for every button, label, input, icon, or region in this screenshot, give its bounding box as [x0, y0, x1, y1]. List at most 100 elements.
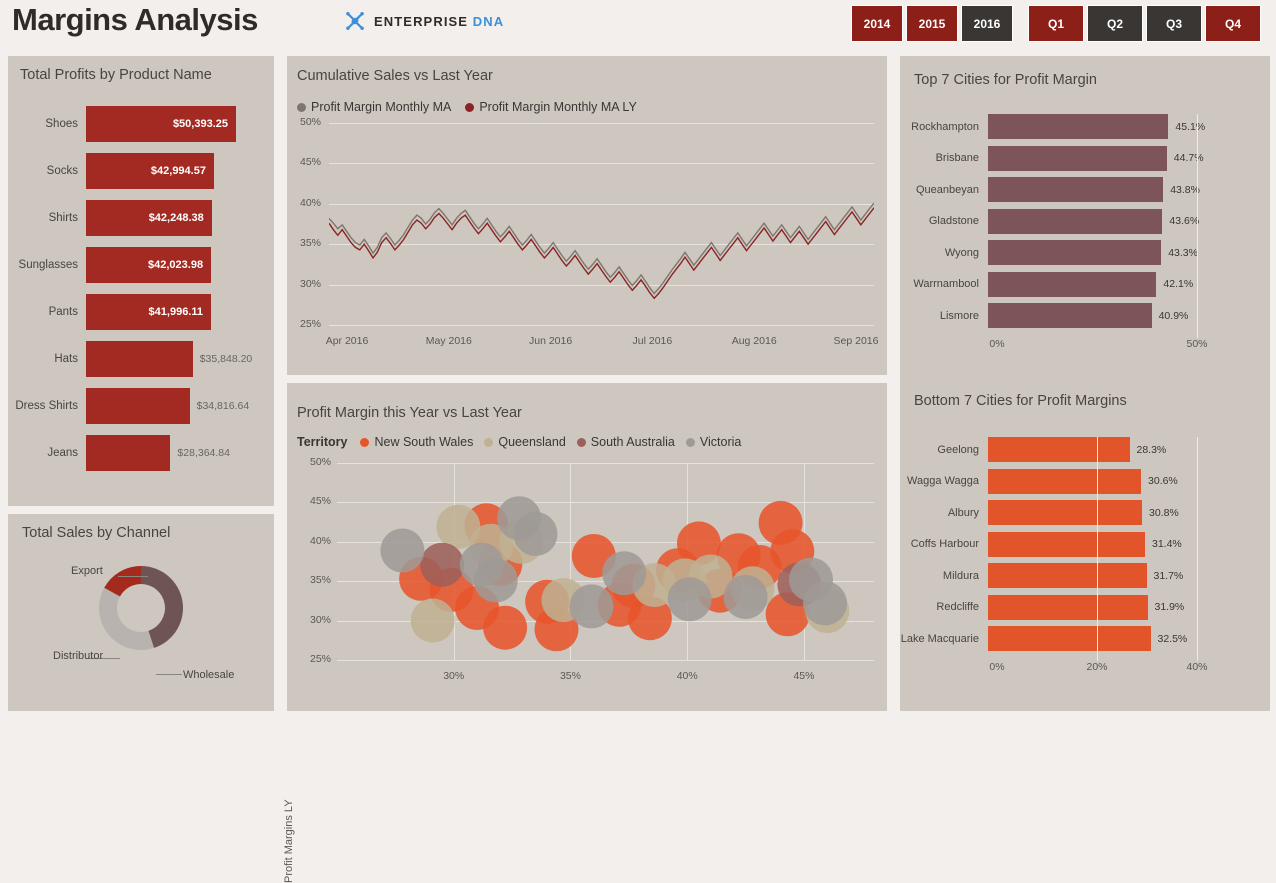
slicer-quarter-q1[interactable]: Q1: [1028, 5, 1084, 42]
scatter-bubble[interactable]: [410, 598, 455, 643]
legend-color-dot: [484, 437, 494, 447]
product-bar[interactable]: $42,994.57: [86, 152, 214, 189]
product-bar-row[interactable]: Shirts $42,248.38: [8, 194, 274, 241]
product-value-label: $34,816.64: [196, 399, 250, 412]
top-city-row[interactable]: Gladstone 43.6%: [900, 206, 1270, 238]
city-name-label: Lismore: [939, 309, 979, 322]
scatter-bubble[interactable]: [380, 528, 425, 573]
city-name-label: Wyong: [944, 246, 979, 259]
scatter-legend-item[interactable]: Queensland: [484, 435, 566, 449]
city-bar[interactable]: [988, 208, 1163, 234]
product-bar[interactable]: $42,023.98: [86, 246, 212, 283]
city-bar[interactable]: [988, 145, 1167, 171]
city-bar[interactable]: [988, 594, 1148, 620]
product-bar[interactable]: $42,248.38: [86, 199, 212, 236]
scatter-legend-item[interactable]: South Australia: [576, 435, 675, 449]
bottom-city-row[interactable]: Redcliffe 31.9%: [900, 592, 1270, 624]
scatter-bubble[interactable]: [513, 511, 558, 556]
product-bar[interactable]: [86, 434, 171, 471]
channel-donut-chart: Export Distributor Wholesale: [8, 552, 274, 707]
bottom-city-row[interactable]: Geelong 28.3%: [900, 434, 1270, 466]
x-axis-tick-label: Jun 2016: [528, 335, 573, 347]
scatter-bubble[interactable]: [569, 584, 614, 629]
line-series: [329, 202, 874, 295]
panel-cumulative-sales: Cumulative Sales vs Last Year Profit Mar…: [287, 56, 887, 375]
legend-color-dot: [576, 437, 586, 447]
city-bar[interactable]: [988, 271, 1157, 297]
city-bar[interactable]: [988, 303, 1152, 329]
product-bar-row[interactable]: Hats $35,848.20: [8, 335, 274, 382]
y-axis-tick-label: 50%: [309, 456, 331, 468]
city-value-label: 43.8%: [1170, 183, 1200, 196]
scatter-bubble[interactable]: [723, 575, 768, 619]
slicer-year-2015[interactable]: 2015: [906, 5, 958, 42]
x-axis-tick-label: Aug 2016: [731, 335, 777, 347]
top-city-row[interactable]: Wyong 43.3%: [900, 237, 1270, 269]
donut-slice-distributor[interactable]: [99, 587, 154, 650]
bottom-city-row[interactable]: Wagga Wagga 30.6%: [900, 466, 1270, 498]
city-value-label: 43.6%: [1169, 215, 1200, 228]
panel-total-profits-by-product: Total Profits by Product Name Shoes $50,3…: [8, 56, 274, 506]
bottom-city-row[interactable]: Mildura 31.7%: [900, 560, 1270, 592]
product-bar-row[interactable]: Pants $41,996.11: [8, 288, 274, 335]
city-bar[interactable]: [988, 563, 1147, 589]
y-axis-tick-label: 45%: [309, 495, 331, 508]
scatter-bubble[interactable]: [420, 542, 465, 587]
slicer-year-2016[interactable]: 2016: [961, 5, 1013, 42]
x-axis-tick-label: Apr 2016: [325, 335, 369, 347]
product-bar-row[interactable]: Sunglasses $42,023.98: [8, 241, 274, 288]
scatter-legend-title: Territory: [297, 435, 348, 449]
city-name-label: Brisbane: [935, 152, 979, 165]
scatter-legend-item[interactable]: Victoria: [685, 435, 741, 449]
city-bar[interactable]: [988, 177, 1164, 203]
dna-helix-icon: [346, 12, 364, 30]
city-bar[interactable]: [988, 437, 1130, 463]
bottom-city-row[interactable]: Albury 30.8%: [900, 497, 1270, 529]
slicer-year-2014[interactable]: 2014: [851, 5, 903, 42]
slicer-quarter-q2[interactable]: Q2: [1087, 5, 1143, 42]
product-bar[interactable]: [86, 387, 190, 424]
legend-item[interactable]: Profit Margin Monthly MA: [297, 100, 451, 114]
top-cities-bar-list: Rockhampton 45.1% Brisbane 44.7% Queanbeyan 4…: [900, 111, 1270, 350]
city-bar[interactable]: [988, 114, 1169, 140]
city-bar[interactable]: [988, 240, 1162, 266]
city-bar[interactable]: [988, 468, 1141, 494]
quarter-slicer[interactable]: Q1 Q2 Q3 Q4: [1028, 5, 1261, 42]
scatter-legend-item[interactable]: New South Wales: [360, 435, 473, 449]
top-city-row[interactable]: Lismore 40.9%: [900, 300, 1270, 332]
year-slicer[interactable]: 2014 2015 2016: [851, 5, 1013, 42]
top-city-row[interactable]: Queanbeyan 43.8%: [900, 174, 1270, 206]
product-bar-row[interactable]: Socks $42,994.57: [8, 147, 274, 194]
product-name-label: Socks: [46, 164, 78, 177]
product-bar-row[interactable]: Shoes $50,393.25: [8, 100, 274, 147]
product-bar[interactable]: $50,393.25: [86, 105, 236, 142]
x-axis-tick-label: 50%: [1186, 337, 1208, 350]
scatter-bubble[interactable]: [483, 605, 528, 650]
brand-name-primary: ENTERPRISE: [374, 13, 469, 29]
y-axis-tick-label: 30%: [309, 613, 331, 626]
y-axis-tick-label: 40%: [299, 196, 321, 209]
product-bar-row[interactable]: Dress Shirts $34,816.64: [8, 382, 274, 429]
top-city-row[interactable]: Rockhampton 45.1%: [900, 111, 1270, 143]
bottom-city-row[interactable]: Lake Macquarie 32.5%: [900, 623, 1270, 655]
top-city-row[interactable]: Brisbane 44.7%: [900, 143, 1270, 175]
city-bar[interactable]: [988, 626, 1151, 652]
slicer-quarter-q4[interactable]: Q4: [1205, 5, 1261, 42]
scatter-bubble[interactable]: [602, 551, 647, 596]
scatter-bubble[interactable]: [473, 558, 518, 603]
city-bar[interactable]: [988, 531, 1145, 557]
city-value-label: 28.3%: [1136, 443, 1167, 456]
product-bar-row[interactable]: Jeans $28,364.84: [8, 429, 274, 476]
city-name-label: Rockhampton: [911, 120, 979, 133]
legend-item[interactable]: Profit Margin Monthly MA LY: [465, 100, 637, 114]
product-bar[interactable]: [86, 340, 193, 377]
top-city-row[interactable]: Warrnambool 42.1%: [900, 269, 1270, 301]
product-bar[interactable]: $41,996.11: [86, 293, 211, 330]
scatter-bubble[interactable]: [803, 581, 847, 626]
bottom-city-row[interactable]: Coffs Harbour 31.4%: [900, 529, 1270, 561]
slicer-quarter-q3[interactable]: Q3: [1146, 5, 1202, 42]
scatter-bubble[interactable]: [667, 577, 712, 622]
city-bar[interactable]: [988, 500, 1142, 526]
legend-color-dot: [360, 437, 370, 447]
product-name-label: Pants: [48, 305, 78, 318]
